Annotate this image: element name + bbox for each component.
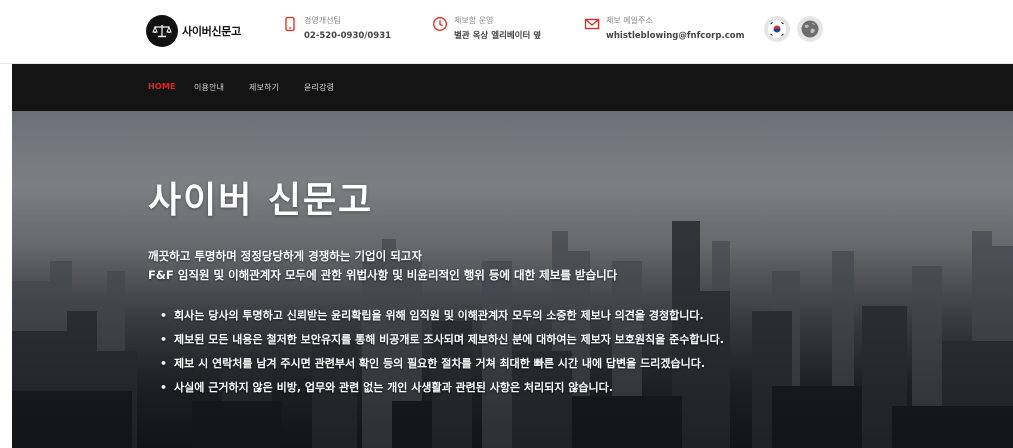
dropbox-label: 제보함 운영 [454, 16, 494, 25]
hero-title: 사이버 신문고 [148, 180, 374, 221]
globe-icon [801, 20, 819, 38]
hero-bullet-list: 회사는 당사의 투명하고 신뢰받는 윤리확립을 위해 임직원 및 이해관계자 모… [160, 304, 724, 400]
contact-phone: 경영개선팀 02-520-0930/0931 [282, 15, 391, 47]
nav-usage-guide[interactable]: 이용안내 [194, 82, 224, 93]
nav-report[interactable]: 제보하기 [249, 82, 279, 93]
mail-icon [584, 18, 600, 30]
phone-icon [285, 16, 295, 32]
hero-banner: 사이버 신문고 깨끗하고 투명하며 정정당당하게 경쟁하는 기업이 되고자 F&… [12, 111, 1013, 448]
language-korean-button[interactable] [764, 16, 790, 42]
email-address[interactable]: whistleblowing@fnfcorp.com [606, 29, 744, 43]
site-title: 사이버신문고 [182, 25, 241, 38]
phone-label: 경영개선팀 [304, 16, 341, 25]
hero-bullet: 사실에 근거하지 않은 비방, 업무와 관련 없는 개인 사생활과 관련된 사항… [160, 376, 724, 400]
hero-subtitle-1: 깨끗하고 투명하며 정정당당하게 경쟁하는 기업이 되고자 [148, 249, 422, 263]
dropbox-location: 별관 옥상 엘리베이터 옆 [454, 31, 542, 41]
nav-home[interactable]: HOME [148, 82, 176, 91]
main-navigation: HOME 이용안내 제보하기 윤리강령 [12, 64, 1013, 111]
contact-dropbox: 제보함 운영 별관 옥상 엘리베이터 옆 [432, 15, 541, 47]
nav-code-of-ethics[interactable]: 윤리강령 [304, 82, 334, 93]
site-logo[interactable]: 사이버신문고 [146, 15, 241, 47]
hero-bullet: 제보된 모든 내용은 철저한 보안유지를 통해 비공개로 조사되며 제보하신 분… [160, 328, 724, 352]
scales-icon [146, 15, 178, 47]
hero-subtitle-2: F&F 임직원 및 이해관계자 모두에 관한 위법사항 및 비윤리적인 행위 등… [148, 268, 618, 282]
email-label: 제보 메일주소 [606, 16, 653, 25]
top-info-bar: 사이버신문고 경영개선팀 02-520-0930/0931 제보함 운영 별관 … [0, 0, 1013, 64]
contact-email: 제보 메일주소 whistleblowing@fnfcorp.com [584, 15, 744, 47]
hero-bullet: 제보 시 연락처를 남겨 주시면 관련부서 확인 등의 필요한 절차를 거쳐 최… [160, 352, 724, 376]
language-global-button[interactable] [797, 16, 823, 42]
hero-bullet: 회사는 당사의 투명하고 신뢰받는 윤리확립을 위해 임직원 및 이해관계자 모… [160, 304, 724, 328]
phone-number: 02-520-0930/0931 [304, 31, 392, 41]
korean-flag-icon [768, 20, 786, 38]
clock-icon [433, 17, 447, 31]
